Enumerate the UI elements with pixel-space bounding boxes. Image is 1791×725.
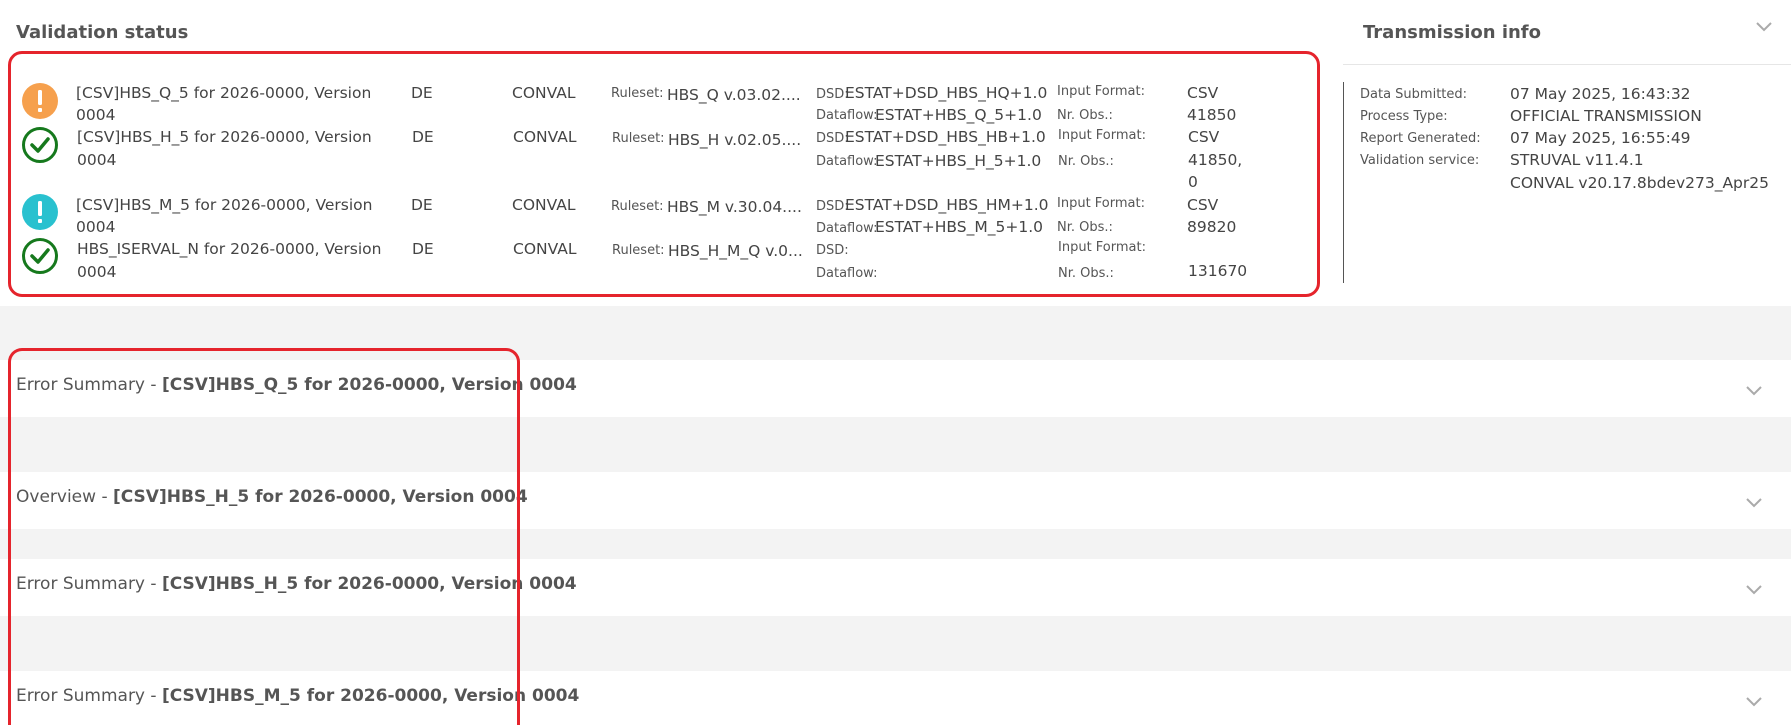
report-generated-value: 07 May 2025, 16:55:49 — [1510, 129, 1691, 147]
chevron-down-icon[interactable] — [1745, 382, 1763, 401]
validation-service-value-2: CONVAL v20.17.8bdev273_Apr25 — [1510, 174, 1769, 192]
transmission-info: Data Submitted: 07 May 2025, 16:43:32 Pr… — [1360, 0, 1780, 300]
chevron-down-icon[interactable] — [1745, 581, 1763, 600]
process-type-value: OFFICIAL TRANSMISSION — [1510, 107, 1702, 125]
data-submitted-label: Data Submitted: — [1360, 87, 1468, 102]
process-type-label: Process Type: — [1360, 109, 1448, 124]
validation-service-value: STRUVAL v11.4.1 — [1510, 151, 1644, 169]
transmission-separator — [1343, 82, 1344, 283]
data-submitted-value: 07 May 2025, 16:43:32 — [1510, 85, 1691, 103]
highlight-box-sections — [8, 348, 520, 725]
chevron-down-icon[interactable] — [1745, 494, 1763, 513]
report-generated-label: Report Generated: — [1360, 131, 1481, 146]
validation-service-label: Validation service: — [1360, 153, 1480, 168]
highlight-box-validation — [8, 51, 1320, 297]
chevron-down-icon[interactable] — [1745, 693, 1763, 712]
